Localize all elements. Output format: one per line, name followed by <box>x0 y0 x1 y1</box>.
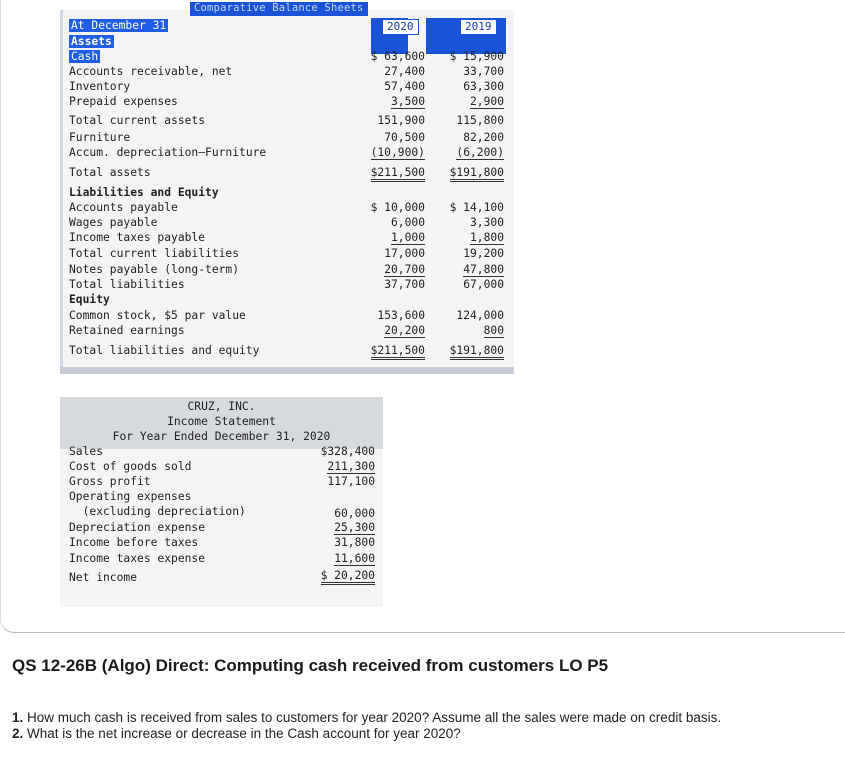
row-label: Depreciation expense <box>69 521 206 534</box>
row-label: Accounts receivable, net <box>69 65 233 78</box>
value-2020: 27,400 <box>384 65 425 78</box>
item-text: What is the net increase or decrease in … <box>27 726 461 741</box>
item-number: 1. <box>12 710 24 725</box>
row-label: Income taxes expense <box>69 552 206 565</box>
row-label: Total liabilities <box>69 278 185 291</box>
value-2020: 20,700 <box>384 263 425 277</box>
value-2020: $211,500 <box>370 166 425 182</box>
value-2019: $ 14,100 <box>449 201 504 214</box>
row-label: Cash <box>69 50 101 63</box>
value-2019: 47,800 <box>463 263 504 277</box>
row-label: Prepaid expenses <box>69 95 178 108</box>
value-2019: 19,200 <box>463 247 504 260</box>
value-2019: 2,900 <box>469 95 504 109</box>
balance-sheet-title: Comparative Balance Sheets <box>190 2 368 16</box>
row-label: Income taxes payable <box>69 231 206 244</box>
statement-title: Income Statement <box>167 415 276 428</box>
row-label: Retained earnings <box>69 324 185 337</box>
value-2020: 6,000 <box>390 216 425 229</box>
row-value: 31,800 <box>334 536 375 549</box>
value-2020: 153,600 <box>377 309 425 322</box>
date-label: At December 31 <box>69 19 169 32</box>
value-2019: $191,800 <box>449 344 504 360</box>
row-label: Cost of goods sold <box>69 460 192 473</box>
value-2019: 67,000 <box>463 278 504 291</box>
row-label: Income before taxes <box>69 536 199 549</box>
row-label: Total liabilities and equity <box>69 344 260 357</box>
value-2020: 3,500 <box>390 95 425 109</box>
value-2020: (10,900) <box>370 146 425 160</box>
row-value: 211,300 <box>327 460 375 474</box>
value-2020: $ 63,600 <box>370 50 425 63</box>
income-statement-table: CRUZ, INC. Income Statement For Year End… <box>60 397 383 607</box>
value-2019: $ 15,900 <box>449 50 504 63</box>
row-label: Gross profit <box>69 475 151 488</box>
value-2019: 124,000 <box>456 309 504 322</box>
row-label: Sales <box>69 445 104 458</box>
value-2019: 63,300 <box>463 80 504 93</box>
section-equity: Equity <box>69 293 110 306</box>
row-label: Inventory <box>69 80 131 93</box>
column-header-2019: 2019 <box>460 19 497 35</box>
row-label: Operating expenses <box>69 490 192 503</box>
value-2020: $211,500 <box>370 344 425 360</box>
row-value: $ 20,200 <box>320 569 375 585</box>
section-liabilities: Liabilities and Equity <box>69 186 219 199</box>
value-2019: 33,700 <box>463 65 504 78</box>
question-item-2: 2. What is the net increase or decrease … <box>12 726 461 741</box>
statement-period: For Year Ended December 31, 2020 <box>112 430 331 443</box>
company-name: CRUZ, INC. <box>187 400 256 413</box>
item-number: 2. <box>12 726 24 741</box>
value-2019: (6,200) <box>456 146 504 160</box>
value-2020: 70,500 <box>384 131 425 144</box>
question-item-1: 1. How much cash is received from sales … <box>12 710 721 725</box>
value-2020: 1,000 <box>390 231 425 245</box>
row-value: 117,100 <box>327 475 375 488</box>
row-value: $328,400 <box>320 445 375 458</box>
item-text: How much cash is received from sales to … <box>27 710 722 725</box>
value-2020: 17,000 <box>384 247 425 260</box>
section-assets: Assets <box>69 35 114 48</box>
value-2019: 115,800 <box>456 114 504 127</box>
value-2020: 20,200 <box>384 324 425 338</box>
row-label: Net income <box>69 571 138 584</box>
row-value: 60,000 <box>334 507 375 520</box>
value-2020: 57,400 <box>384 80 425 93</box>
table-footer-bar <box>60 367 514 374</box>
row-label: Wages payable <box>69 216 158 229</box>
row-label: Common stock, $5 par value <box>69 309 246 322</box>
row-label: Furniture <box>69 131 131 144</box>
column-header-2020: 2020 <box>382 19 419 35</box>
value-2019: 3,300 <box>469 216 504 229</box>
value-2020: 37,700 <box>384 278 425 291</box>
row-label: Total current assets <box>69 114 206 127</box>
value-2019: $191,800 <box>449 166 504 182</box>
row-value: 11,600 <box>334 552 375 566</box>
value-2019: 800 <box>483 324 504 338</box>
value-2019: 82,200 <box>463 131 504 144</box>
row-label: (excluding depreciation) <box>69 505 246 518</box>
value-2020: $ 10,000 <box>370 201 425 214</box>
row-label: Notes payable (long-term) <box>69 263 240 276</box>
balance-sheet-table: Comparative Balance Sheets 2020 2019 At … <box>60 2 514 374</box>
value-2019: 1,800 <box>469 231 504 245</box>
table-edge <box>60 10 63 367</box>
value-2020: 151,900 <box>377 114 425 127</box>
row-label: Accounts payable <box>69 201 178 214</box>
row-label: Total current liabilities <box>69 247 240 260</box>
row-value: 25,300 <box>334 521 375 535</box>
row-label: Total assets <box>69 166 151 179</box>
row-label: Accum. depreciation—Furniture <box>69 146 267 159</box>
question-title: QS 12-26B (Algo) Direct: Computing cash … <box>12 656 609 675</box>
